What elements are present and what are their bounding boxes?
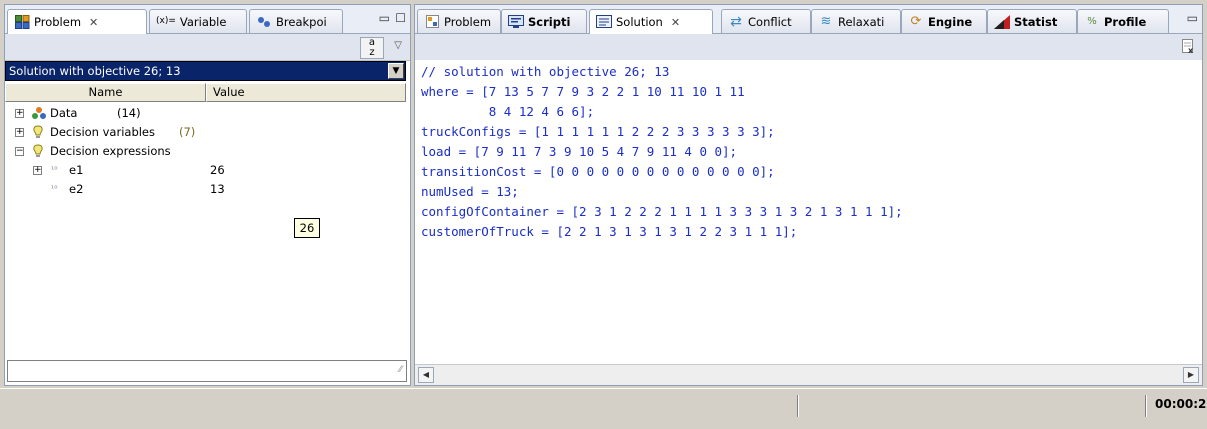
- code-line: numUsed = 13;: [421, 184, 519, 199]
- column-header-name[interactable]: Name: [5, 83, 206, 102]
- lightbulb-icon: [32, 144, 44, 161]
- tree-item-value: 13: [210, 182, 225, 196]
- tree-item-label: e2: [69, 182, 84, 196]
- tab-label: Solution: [616, 15, 663, 29]
- profile-icon: %: [1087, 15, 1097, 27]
- tab-problem[interactable]: Problem: [417, 9, 501, 33]
- tab-label: Variable: [179, 14, 227, 29]
- tab-label: Engine: [928, 14, 973, 29]
- code-line: 8 4 12 4 6 6];: [421, 104, 595, 119]
- tab-label: Breakpoi: [276, 14, 327, 29]
- status-separator: [797, 395, 799, 417]
- solution-text-area[interactable]: // solution with objective 26; 13 where …: [415, 60, 1202, 363]
- problem-browser-pane: Problem ✕ (x)= Variable Breakpoi ▭ ☐ az …: [4, 4, 411, 386]
- tree-item-label: Decision variables: [50, 125, 155, 139]
- status-bar: 00:00:2: [0, 388, 1207, 429]
- tree-item-decision-expressions[interactable]: − Decision expressions: [5, 142, 406, 161]
- problem-icon: [14, 15, 30, 30]
- tree-item-count: (14): [117, 106, 141, 120]
- problem-icon: [424, 14, 440, 29]
- clear-console-icon[interactable]: x: [1182, 39, 1196, 57]
- tab-label: Problem: [444, 14, 492, 29]
- tab-label: Scripti: [528, 14, 571, 29]
- tree-item-label: Data: [50, 106, 78, 120]
- left-tab-bar: Problem ✕ (x)= Variable Breakpoi ▭ ☐: [5, 5, 410, 34]
- resize-grip-icon[interactable]: ⁄⁄: [399, 365, 402, 375]
- editor-toolbar: x: [415, 34, 1202, 61]
- statistics-icon: [994, 14, 1010, 29]
- value-tooltip: 26: [294, 218, 320, 238]
- solution-selector[interactable]: Solution with objective 26; 13 ▼: [5, 61, 406, 81]
- tree-item-data[interactable]: + Data (14): [5, 104, 406, 123]
- close-icon[interactable]: ✕: [671, 16, 680, 29]
- code-line: // solution with objective 26; 13: [421, 64, 670, 79]
- svg-text:x: x: [1188, 46, 1194, 54]
- relaxation-icon: ≋: [820, 14, 832, 29]
- tab-relaxations[interactable]: ≋ Relaxati: [811, 9, 901, 33]
- tree-item-label: e1: [69, 163, 84, 177]
- tab-label: Problem: [34, 15, 82, 29]
- scroll-left-icon[interactable]: ◀: [418, 367, 434, 383]
- code-line: where = [7 13 5 7 7 9 3 2 2 1 10 11 10 1…: [421, 84, 745, 99]
- variable-icon: (x)=: [156, 16, 176, 26]
- solution-icon: [596, 15, 612, 30]
- tree-item-value: 26: [210, 163, 225, 177]
- minimize-icon[interactable]: ▭: [379, 11, 390, 25]
- data-icon: [31, 106, 47, 123]
- tab-scripting[interactable]: Scripti: [501, 9, 587, 33]
- tree-item-decision-variables[interactable]: + Decision variables (7): [5, 123, 406, 142]
- view-menu-icon[interactable]: ▽: [394, 40, 402, 51]
- minimize-icon[interactable]: ▭: [1187, 11, 1198, 25]
- scroll-right-icon[interactable]: ▶: [1183, 367, 1199, 383]
- tree-item-e2[interactable]: ¹⁰ e2 13: [5, 180, 406, 199]
- expand-icon[interactable]: +: [15, 128, 24, 137]
- code-line: configOfContainer = [2 3 1 2 2 2 1 1 1 1…: [421, 204, 903, 219]
- breakpoint-icon: [256, 14, 272, 29]
- tab-statistics[interactable]: Statist: [987, 9, 1077, 33]
- code-line: customerOfTruck = [2 2 1 3 1 3 1 3 1 2 2…: [421, 224, 798, 239]
- tab-engine-log[interactable]: ⟳ Engine: [901, 9, 987, 33]
- maximize-icon[interactable]: ☐: [395, 11, 406, 25]
- solution-selector-value: Solution with objective 26; 13: [9, 64, 181, 78]
- filter-input[interactable]: ⁄⁄: [7, 360, 407, 382]
- status-separator: [1145, 395, 1147, 417]
- chevron-down-icon[interactable]: ▼: [388, 63, 404, 79]
- engine-icon: ⟳: [910, 14, 922, 29]
- tab-label: Conflict: [748, 14, 792, 29]
- close-icon[interactable]: ✕: [89, 16, 98, 29]
- lightbulb-icon: [32, 125, 44, 142]
- script-icon: [508, 14, 524, 29]
- tab-problem-browser[interactable]: Problem ✕: [7, 9, 147, 34]
- code-line: truckConfigs = [1 1 1 1 1 1 2 2 2 3 3 3 …: [421, 124, 775, 139]
- code-line: transitionCost = [0 0 0 0 0 0 0 0 0 0 0 …: [421, 164, 775, 179]
- editor-pane: Problem Scripti Solution ✕ ⇄ Conflict ≋ …: [414, 4, 1203, 386]
- tab-conflicts[interactable]: ⇄ Conflict: [721, 9, 811, 33]
- column-header-value[interactable]: Value: [206, 83, 406, 102]
- tab-breakpoints[interactable]: Breakpoi: [249, 9, 343, 33]
- right-tab-bar: Problem Scripti Solution ✕ ⇄ Conflict ≋ …: [415, 5, 1202, 34]
- tree-item-e1[interactable]: + ¹⁰ e1 26: [5, 161, 406, 180]
- horizontal-scrollbar[interactable]: ◀ ▶: [415, 364, 1202, 385]
- tab-variables[interactable]: (x)= Variable: [149, 9, 247, 33]
- code-line: load = [7 9 11 7 3 9 10 5 4 7 9 11 4 0 0…: [421, 144, 738, 159]
- left-toolbar: az ▽: [5, 34, 410, 61]
- tab-profiler[interactable]: % Profile: [1077, 9, 1169, 33]
- collapse-icon[interactable]: −: [15, 147, 24, 156]
- expand-icon[interactable]: +: [33, 166, 42, 175]
- expression-icon: ¹⁰: [51, 165, 58, 174]
- expand-icon[interactable]: +: [15, 109, 24, 118]
- sort-alphabetical-icon[interactable]: az: [360, 37, 384, 59]
- tab-label: Statist: [1014, 14, 1058, 29]
- tab-solution[interactable]: Solution ✕: [589, 9, 713, 34]
- tree-item-count: (7): [179, 125, 196, 139]
- tree-item-label: Decision expressions: [50, 144, 171, 158]
- tab-label: Relaxati: [838, 14, 885, 29]
- expression-icon: ¹⁰: [51, 184, 58, 193]
- conflict-icon: ⇄: [730, 13, 742, 30]
- elapsed-timer: 00:00:2: [1155, 397, 1207, 411]
- tab-label: Profile: [1104, 14, 1147, 29]
